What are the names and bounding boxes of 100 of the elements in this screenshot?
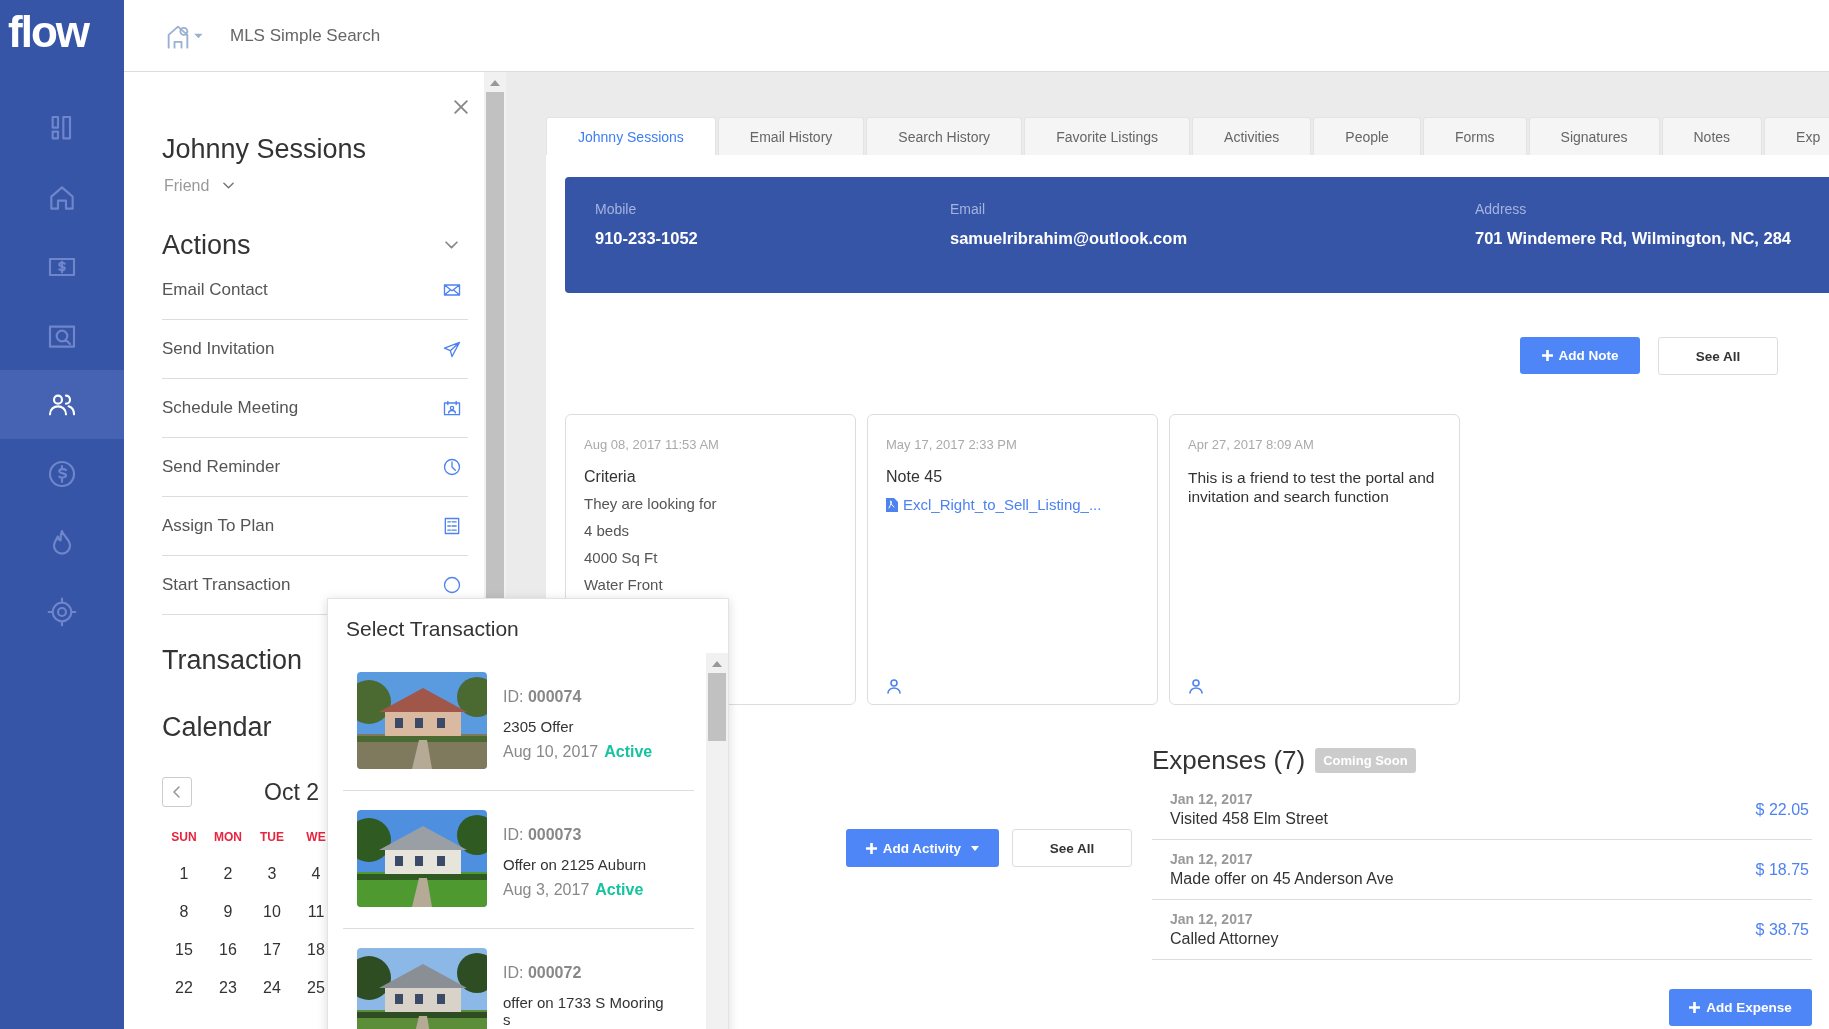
plus-icon	[1541, 350, 1553, 361]
checklist-icon	[442, 516, 462, 536]
action-item[interactable]: Schedule Meeting	[162, 379, 468, 438]
see-all-button[interactable]: See All	[1012, 829, 1132, 867]
transaction-title: Offer on 2125 Auburn	[503, 856, 648, 873]
section-title: Transaction	[162, 645, 304, 676]
settings-icon	[46, 595, 78, 628]
calendar-day[interactable]: 9	[206, 903, 250, 941]
tab[interactable]: Notes	[1661, 117, 1763, 155]
expense-description: Called Attorney	[1170, 930, 1279, 948]
expense-date: Jan 12, 2017	[1170, 911, 1254, 927]
transaction-id: ID: 000073	[503, 826, 583, 844]
popup-title: Select Transaction	[346, 617, 520, 641]
previous-month-button[interactable]	[162, 777, 192, 807]
tab[interactable]: Exp	[1764, 117, 1829, 155]
weekday-label: TUE	[259, 829, 285, 846]
user-icon[interactable]	[1188, 678, 1204, 694]
calendar-day[interactable]: 16	[206, 941, 250, 979]
field-label: Email	[950, 201, 986, 217]
arrow-up-icon[interactable]	[490, 80, 500, 86]
tab[interactable]: Signatures	[1528, 117, 1660, 155]
plus-icon	[1689, 1002, 1701, 1013]
note-text: 4 beds	[584, 521, 631, 541]
transaction-item[interactable]: ID: 000073 Offer on 2125 Auburn Aug 3, 2017 Active	[343, 791, 694, 929]
calendar-day[interactable]: 23	[206, 979, 250, 1017]
tab[interactable]: Johnny Sessions	[546, 117, 716, 155]
note-title: Criteria	[584, 468, 637, 486]
note-title: Note 45	[886, 468, 944, 486]
attachment-link[interactable]: Excl_Right_to_Sell_Listing_...	[903, 496, 1102, 513]
chevron-left-icon	[173, 786, 181, 798]
transaction-date: Aug 10, 2017	[503, 743, 599, 761]
note-date: Apr 27, 2017 8:09 AM	[1188, 437, 1315, 452]
field-value: 701 Windemere Rd, Wilmington, NC, 284	[1475, 229, 1792, 248]
expense-row[interactable]: Jan 12, 2017 Visited 458 Elm Street $ 22.05	[1152, 780, 1812, 840]
expense-row[interactable]: Jan 12, 2017 Called Attorney $ 38.75	[1152, 900, 1812, 960]
calendar-day[interactable]: 17	[250, 941, 294, 979]
expense-date: Jan 12, 2017	[1170, 791, 1254, 807]
expense-amount: $ 18.75	[1755, 860, 1809, 879]
expense-description: Made offer on 45 Anderson Ave	[1170, 870, 1394, 888]
weekday-label: SUN	[170, 829, 198, 846]
calendar-day[interactable]: 15	[162, 941, 206, 979]
plus-icon	[865, 842, 877, 854]
transaction-status: Active	[604, 743, 653, 761]
action-item[interactable]: Email Contact	[162, 261, 468, 320]
tab[interactable]: Forms	[1422, 117, 1527, 155]
see-all-button[interactable]: See All	[1658, 337, 1778, 375]
action-item[interactable]: Send Reminder	[162, 438, 468, 497]
action-item[interactable]: Assign To Plan	[162, 497, 468, 556]
tab[interactable]: Favorite Listings	[1024, 117, 1191, 155]
action-item[interactable]: Send Invitation	[162, 320, 468, 379]
weekday-label: WE	[305, 829, 327, 846]
calendar-person-icon	[442, 398, 462, 418]
note-date: May 17, 2017 2:33 PM	[886, 437, 1018, 452]
scrollbar[interactable]	[706, 653, 728, 1029]
calendar-day[interactable]: 8	[162, 903, 206, 941]
caret-icon	[971, 845, 980, 851]
page-title: MLS Simple Search	[230, 25, 381, 46]
scroll-thumb[interactable]	[708, 673, 726, 741]
clock-icon	[442, 457, 462, 477]
month-label: Oct 2	[264, 778, 319, 806]
transaction-item[interactable]: ID: 000072 offer on 1733 S Mooring s	[343, 929, 694, 1029]
expense-date: Jan 12, 2017	[1170, 851, 1254, 867]
tab[interactable]: People	[1313, 117, 1421, 155]
calendar-day[interactable]: 2	[206, 865, 250, 903]
tab[interactable]: Activities	[1192, 117, 1312, 155]
calendar-day[interactable]: 22	[162, 979, 206, 1017]
transaction-item[interactable]: ID: 000074 2305 Offer Aug 10, 2017 Active	[343, 653, 694, 791]
calendar-day[interactable]: 3	[250, 865, 294, 903]
close-icon[interactable]	[454, 100, 468, 114]
arrow-up-icon[interactable]	[712, 661, 722, 667]
transaction-title: 2305 Offer	[503, 718, 575, 735]
pdf-icon	[886, 497, 898, 512]
section-title: Actions	[162, 230, 251, 261]
calendar-day[interactable]: 1	[162, 865, 206, 903]
transaction-title: offer on 1733 S Mooring s	[503, 994, 665, 1028]
note-text: Water Front	[584, 575, 664, 595]
note-card[interactable]: May 17, 2017 2:33 PM Note 45 Excl_Right_to_Sell_Listing_...	[867, 414, 1158, 705]
field-label: Address	[1475, 201, 1528, 217]
note-text: 4000 Sq Ft	[584, 548, 659, 568]
contact-name: Johnny Sessions	[162, 134, 368, 165]
chevron-icon[interactable]	[445, 241, 458, 250]
note-date: Aug 08, 2017 11:53 AM	[584, 437, 720, 452]
tab[interactable]: Search History	[866, 117, 1023, 155]
transaction-status: Active	[595, 881, 644, 899]
chevron-down-icon	[223, 182, 235, 190]
note-text: They are looking for	[584, 494, 718, 514]
note-card[interactable]: Apr 27, 2017 8:09 AM This is a friend to test the portal and invitation and search function	[1169, 414, 1460, 705]
field-label: Mobile	[595, 201, 638, 217]
section-title: Calendar	[162, 712, 273, 743]
calendar-day[interactable]: 10	[250, 903, 294, 941]
calendar-day[interactable]: 24	[250, 979, 294, 1017]
expense-row[interactable]: Jan 12, 2017 Made offer on 45 Anderson Ave $ 18.75	[1152, 840, 1812, 900]
sidebar-item[interactable]	[0, 370, 124, 439]
tab[interactable]: Email History	[717, 117, 865, 155]
logo[interactable]: flow	[0, 0, 124, 68]
weekday-label: MON	[213, 829, 243, 846]
user-icon[interactable]	[886, 678, 902, 694]
field-value: 910-233-1052	[595, 229, 699, 248]
transaction-date: Aug 3, 2017	[503, 881, 590, 899]
section-title: Expenses (7)	[1152, 744, 1306, 776]
